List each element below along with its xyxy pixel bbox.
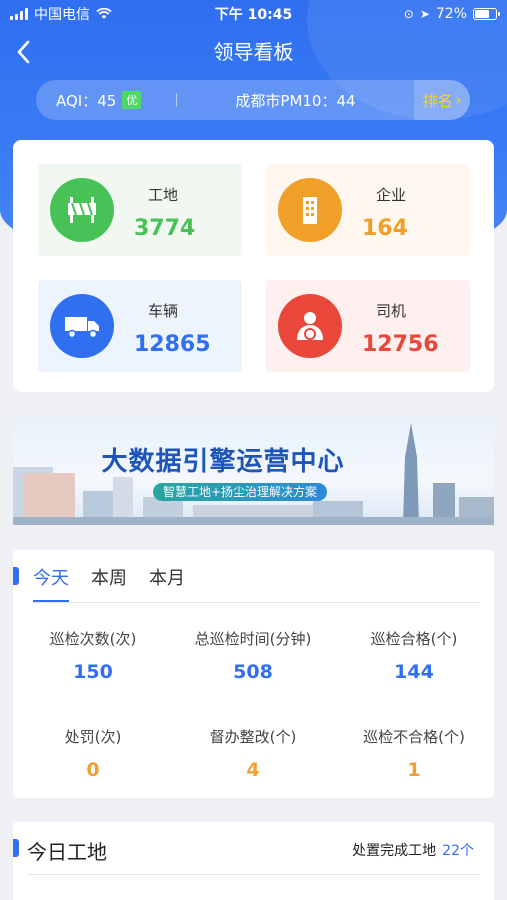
battery-percent: 72% bbox=[435, 6, 467, 22]
completed-sites-link[interactable]: 处置完成工地 22个 bbox=[352, 840, 474, 860]
metric-value: 150 bbox=[73, 661, 113, 683]
stat-label: 司机 bbox=[376, 302, 407, 320]
metric-supervised-rectification: 督办整改(个) 4 bbox=[173, 726, 333, 781]
stat-construction-sites[interactable]: 工地 3774 bbox=[38, 164, 242, 256]
patrol-stats-card: 今天 本周 本月 巡检次数(次) 150 总巡检时间(分钟) 508 巡检合格(… bbox=[13, 550, 494, 798]
aqi-level-badge: 优 bbox=[122, 91, 142, 109]
stat-label: 工地 bbox=[148, 186, 179, 204]
page-title: 领导看板 bbox=[213, 40, 294, 64]
section-accent bbox=[13, 567, 19, 585]
carrier-label: 中国电信 bbox=[34, 7, 90, 23]
divider bbox=[27, 874, 480, 875]
today-sites-card: 今日工地 处置完成工地 22个 bbox=[13, 822, 494, 900]
tab-this-month[interactable]: 本月 bbox=[149, 564, 185, 602]
metric-label: 巡检不合格(个) bbox=[363, 728, 465, 746]
rank-button[interactable]: 排名 › bbox=[414, 80, 470, 120]
stat-value: 3774 bbox=[134, 216, 196, 241]
banner-subtitle: 智慧工地+扬尘治理解决方案 bbox=[153, 483, 328, 501]
promo-banner[interactable]: 大数据引擎运营中心 智慧工地+扬尘治理解决方案 bbox=[13, 417, 494, 525]
navigation-bar: 领导看板 bbox=[0, 36, 507, 68]
aqi-value: AQI：45 bbox=[56, 91, 117, 110]
metric-value: 1 bbox=[407, 759, 421, 781]
metric-label: 督办整改(个) bbox=[209, 728, 297, 746]
metric-patrol-failed: 巡检不合格(个) 1 bbox=[334, 726, 494, 781]
stat-label: 车辆 bbox=[148, 302, 179, 320]
metric-patrol-count: 巡检次数(次) 150 bbox=[13, 628, 173, 683]
stat-value: 12865 bbox=[134, 332, 211, 357]
stat-enterprises[interactable]: 企业 164 bbox=[266, 164, 470, 256]
metric-total-patrol-time: 总巡检时间(分钟) 508 bbox=[173, 628, 333, 683]
pm10-value: 成都市PM10：44 bbox=[235, 91, 356, 110]
stat-label: 企业 bbox=[376, 186, 407, 204]
metric-label: 巡检合格(个) bbox=[370, 630, 458, 648]
metric-value: 508 bbox=[233, 661, 273, 683]
tab-this-week[interactable]: 本周 bbox=[91, 564, 127, 602]
tab-today[interactable]: 今天 bbox=[33, 564, 69, 602]
stat-value: 12756 bbox=[362, 332, 439, 357]
stat-drivers[interactable]: 司机 12756 bbox=[266, 280, 470, 372]
status-bar: 中国电信 下午 10:45 ⊙ ➤ 72% bbox=[0, 0, 507, 28]
stat-vehicles[interactable]: 车辆 12865 bbox=[38, 280, 242, 372]
metric-value: 0 bbox=[86, 759, 100, 781]
completed-sites-count: 22个 bbox=[442, 843, 474, 859]
signal-icon bbox=[10, 8, 28, 20]
section-title: 今日工地 bbox=[27, 840, 107, 864]
rotation-lock-icon: ⊙ bbox=[403, 7, 414, 21]
driver-icon bbox=[278, 294, 342, 358]
chevron-right-icon: › bbox=[455, 91, 462, 109]
wifi-icon bbox=[96, 8, 112, 19]
aqi-bar: AQI：45 优 成都市PM10：44 排名 › bbox=[36, 80, 470, 120]
metric-patrol-passed: 巡检合格(个) 144 bbox=[334, 628, 494, 683]
metric-label: 巡检次数(次) bbox=[49, 630, 137, 648]
location-arrow-icon: ➤ bbox=[419, 7, 430, 21]
building-icon bbox=[278, 178, 342, 242]
metric-label: 处罚(次) bbox=[64, 728, 122, 746]
divider bbox=[33, 602, 480, 603]
metric-label: 总巡检时间(分钟) bbox=[194, 630, 312, 648]
completed-sites-label: 处置完成工地 bbox=[352, 843, 437, 859]
metric-value: 144 bbox=[394, 661, 434, 683]
banner-title: 大数据引擎运营中心 bbox=[101, 447, 345, 477]
construction-barrier-icon bbox=[50, 178, 114, 242]
battery-icon bbox=[473, 8, 500, 20]
rank-label: 排名 bbox=[422, 91, 453, 110]
metric-penalties: 处罚(次) 0 bbox=[13, 726, 173, 781]
metric-value: 4 bbox=[246, 759, 260, 781]
truck-icon bbox=[50, 294, 114, 358]
stats-card: 工地 3774 企业 164 车辆 12865 司机 12756 bbox=[13, 140, 494, 392]
stat-value: 164 bbox=[362, 216, 408, 241]
period-tabs: 今天 本周 本月 bbox=[33, 564, 185, 602]
section-accent bbox=[13, 839, 19, 857]
